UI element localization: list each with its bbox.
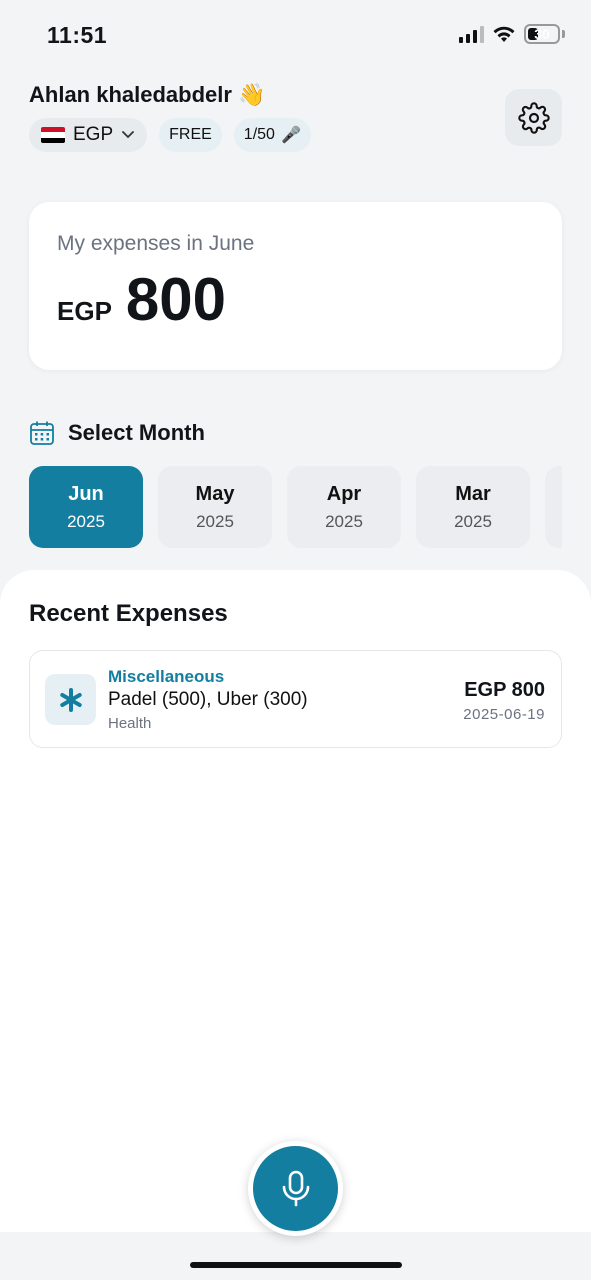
- recent-expenses-sheet: Recent Expenses Miscellaneous Padel (500…: [0, 570, 591, 1232]
- currency-selector[interactable]: EGP: [29, 118, 148, 152]
- month-name: May: [195, 482, 235, 505]
- expense-description: Padel (500), Uber (300): [108, 689, 308, 710]
- month-year: 2025: [67, 511, 105, 531]
- expense-item[interactable]: Miscellaneous Padel (500), Uber (300) He…: [29, 650, 562, 748]
- month-option-may[interactable]: May 2025: [158, 466, 272, 548]
- chevron-down-icon: [122, 131, 135, 139]
- summary-label: My expenses in June: [57, 232, 255, 255]
- battery-icon: 30: [524, 24, 560, 44]
- month-name: Apr: [326, 482, 362, 505]
- status-icons: 30: [459, 24, 565, 44]
- microphone-icon: [282, 1170, 309, 1206]
- recent-expenses-title: Recent Expenses: [29, 600, 228, 627]
- voice-record-button[interactable]: [248, 1141, 343, 1236]
- greeting-text: Ahlan khaledabdelr: [29, 82, 232, 107]
- battery-level: 30: [534, 26, 550, 42]
- asterisk-icon: [45, 674, 96, 725]
- plan-badge: FREE: [159, 118, 222, 152]
- microphone-emoji: 🎤: [280, 127, 301, 144]
- settings-button[interactable]: [505, 89, 562, 146]
- cellular-signal-icon: [459, 25, 484, 43]
- month-year: 2025: [196, 511, 234, 531]
- expense-amount: EGP 800: [464, 679, 545, 701]
- usage-badge: 1/50 🎤: [233, 118, 311, 152]
- header: Ahlan khaledabdelr 👋 EGP FREE 1/50 🎤: [29, 82, 562, 154]
- month-option-apr[interactable]: Apr 2025: [287, 466, 401, 548]
- waving-hand-emoji: 👋: [237, 82, 266, 107]
- expense-date: 2025-06-19: [463, 706, 545, 723]
- summary-value: 800: [125, 266, 227, 333]
- expense-category: Miscellaneous: [108, 667, 225, 686]
- select-month-heading: Select Month: [29, 420, 205, 446]
- month-year: 2025: [454, 511, 492, 531]
- month-option-mar[interactable]: Mar 2025: [416, 466, 530, 548]
- status-bar: 11:51 30: [0, 0, 591, 70]
- usage-count: 1/50: [243, 126, 275, 143]
- expense-tag: Health: [108, 715, 152, 732]
- gear-icon: [517, 101, 550, 134]
- month-selector: Jun 2025 May 2025 Apr 2025 Mar 2025: [29, 466, 562, 549]
- calendar-icon: [30, 421, 54, 445]
- monthly-summary-card: My expenses in June EGP 800: [29, 202, 562, 370]
- month-name: Jun: [68, 482, 104, 505]
- home-indicator: [190, 1262, 402, 1268]
- currency-label: EGP: [73, 124, 114, 145]
- month-option-partial[interactable]: [545, 466, 562, 548]
- greeting: Ahlan khaledabdelr 👋: [29, 82, 562, 108]
- summary-amount: EGP 800: [57, 270, 534, 330]
- month-name: Mar: [455, 482, 491, 505]
- wifi-icon: [493, 26, 515, 42]
- month-year: 2025: [325, 511, 363, 531]
- select-month-label: Select Month: [68, 420, 205, 445]
- bottom-strip: [0, 1232, 591, 1280]
- status-time: 11:51: [47, 22, 108, 48]
- egypt-flag-icon: [41, 127, 65, 143]
- month-option-jun[interactable]: Jun 2025: [29, 466, 143, 548]
- header-chips: EGP FREE 1/50 🎤: [29, 118, 562, 152]
- summary-currency: EGP: [57, 296, 112, 326]
